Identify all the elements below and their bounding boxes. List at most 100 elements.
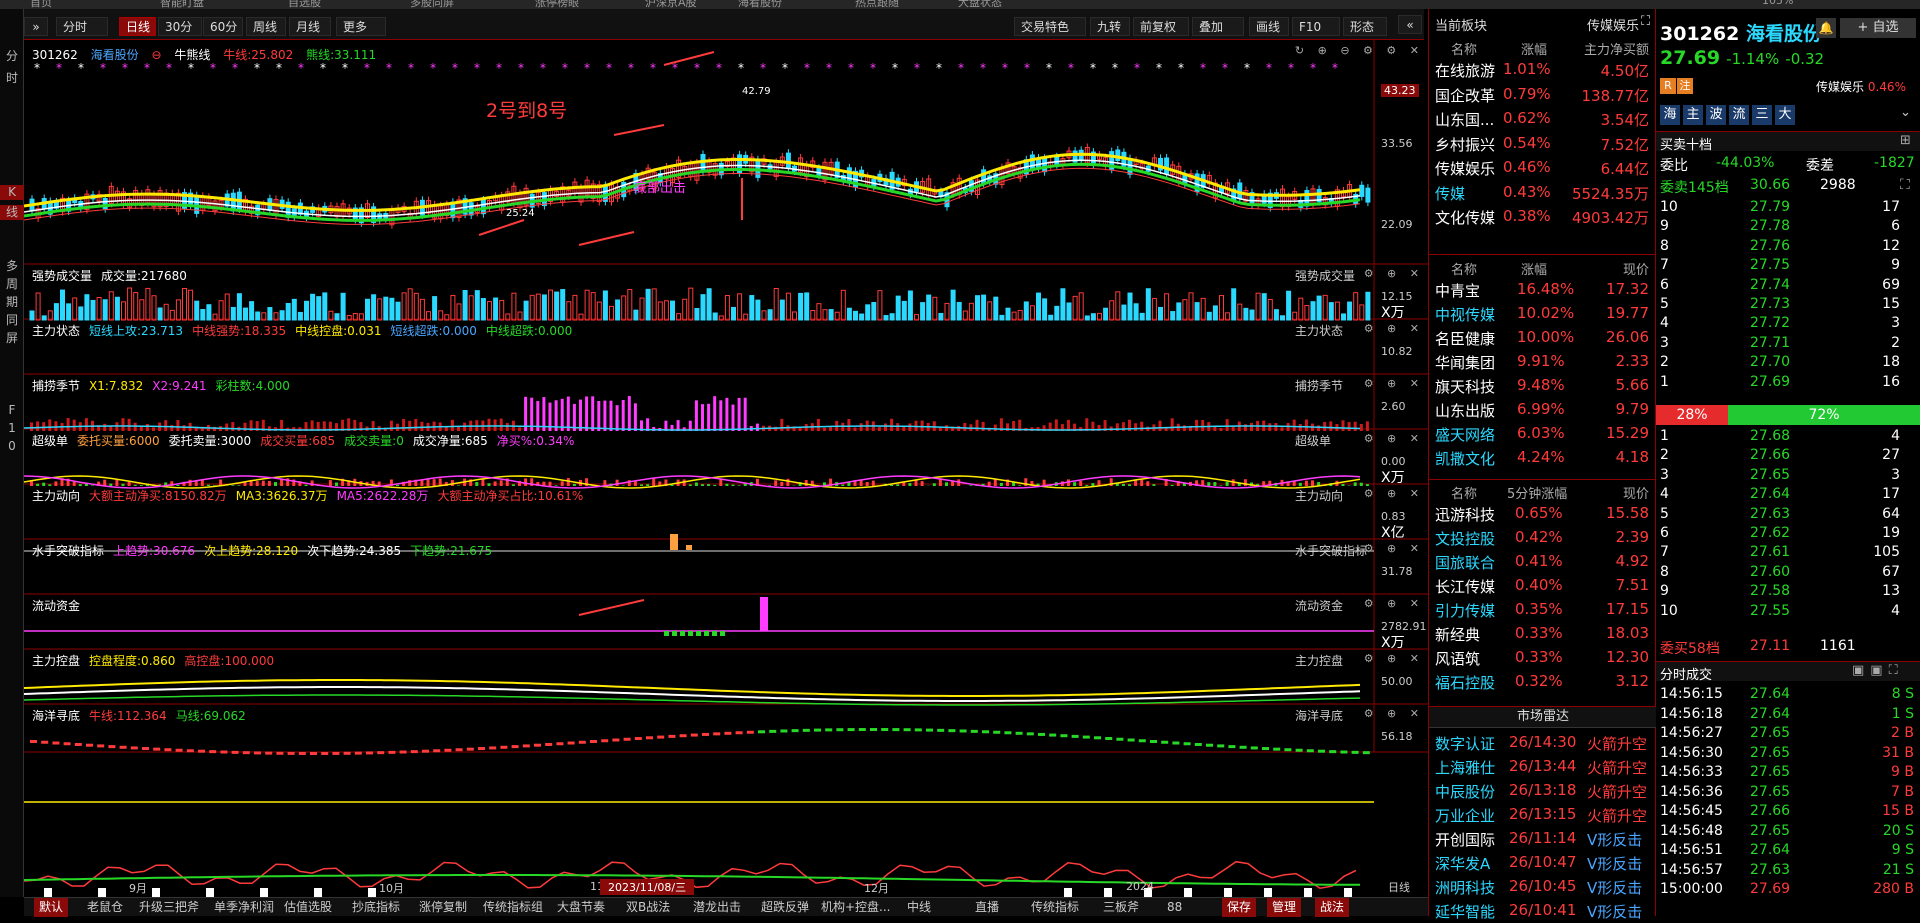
quick-button-4[interactable]: 三: [1752, 105, 1772, 125]
sell-level-row[interactable]: 227.7018: [1656, 353, 1920, 373]
quote-sector[interactable]: 传媒娱乐: [1816, 80, 1864, 94]
buy-level-row[interactable]: 727.61105: [1656, 543, 1920, 563]
radar-row[interactable]: 万业企业26/13:15火箭升空: [1429, 803, 1657, 827]
top-tab-7[interactable]: 热点跟随: [855, 0, 899, 9]
top-tab-5[interactable]: 沪深京A股: [645, 0, 697, 9]
sidebar-item-0[interactable]: 分: [0, 49, 24, 64]
table-row[interactable]: 文化传媒0.38%4903.42万: [1429, 205, 1657, 229]
bottom-tab-3[interactable]: 单季净利润: [209, 898, 279, 917]
sell-level-row[interactable]: 427.723: [1656, 314, 1920, 334]
top-tab-6[interactable]: 海看股份: [738, 0, 782, 9]
sidebar-item-1[interactable]: 时: [0, 71, 24, 86]
buy-level-row[interactable]: 427.6417: [1656, 485, 1920, 505]
bottom-tab-11[interactable]: 超跌反弹: [756, 898, 814, 917]
tab-period-3[interactable]: 60分: [203, 17, 243, 36]
bottom-tab-4[interactable]: 估值选股: [279, 898, 337, 917]
table-row[interactable]: 凯撒文化4.24%4.18: [1429, 446, 1657, 470]
bottom-tab-13[interactable]: 中线: [902, 898, 936, 917]
tool-0[interactable]: 交易特色: [1014, 17, 1086, 36]
bottom-tab-10[interactable]: 潜龙出击: [688, 898, 746, 917]
trade-tool-icons[interactable]: ▣▣⛶: [1852, 663, 1904, 678]
tool-2[interactable]: 前复权: [1133, 17, 1189, 36]
buy-level-row[interactable]: 227.6627: [1656, 446, 1920, 466]
table-row[interactable]: 引力传媒0.35%17.15: [1429, 598, 1657, 622]
sidebar-item-4[interactable]: 多: [0, 259, 24, 274]
bottom-tab-2[interactable]: 升级三把斧: [134, 898, 204, 917]
expand-icon[interactable]: ⛶: [1641, 14, 1655, 29]
chevron-down-icon[interactable]: ⌄: [1900, 105, 1911, 120]
quick-button-2[interactable]: 波: [1706, 105, 1726, 125]
bell-icon[interactable]: 🔔: [1816, 18, 1836, 38]
table-row[interactable]: 国企改革0.79%138.77亿: [1429, 83, 1657, 107]
top-tab-3[interactable]: 多股同屏: [410, 0, 454, 9]
bottom-tab-12[interactable]: 机构+控盘...: [816, 898, 896, 917]
sidebar-item-6[interactable]: 期: [0, 295, 24, 310]
bottom-tab-19[interactable]: 管理: [1267, 898, 1301, 917]
panel-tool-icons[interactable]: ⚙ ⊕ ✕: [1364, 542, 1424, 555]
buy-level-row[interactable]: 827.6067: [1656, 563, 1920, 583]
tab-period-4[interactable]: 周线: [246, 17, 286, 36]
buy-level-row[interactable]: 527.6364: [1656, 505, 1920, 525]
table-row[interactable]: 中视传媒10.02%19.77: [1429, 302, 1657, 326]
radar-row[interactable]: 中辰股份26/13:18火箭升空: [1429, 779, 1657, 803]
quick-button-5[interactable]: 大: [1775, 105, 1795, 125]
top-tab-8[interactable]: 大盘状态: [958, 0, 1002, 9]
sidebar-item-8[interactable]: 屏: [0, 331, 24, 346]
tab-period-5[interactable]: 月线: [289, 17, 331, 36]
buy-level-row[interactable]: 327.653: [1656, 466, 1920, 486]
sidebar-item-3[interactable]: 线: [0, 205, 24, 220]
panel-tool-icons[interactable]: ⚙ ⊕ ✕: [1364, 432, 1424, 445]
sell-level-row[interactable]: 327.712: [1656, 334, 1920, 354]
buy-level-row[interactable]: 627.6219: [1656, 524, 1920, 544]
bottom-tab-15[interactable]: 传统指标: [1026, 898, 1084, 917]
bottom-tab-1[interactable]: 老鼠仓: [82, 898, 128, 917]
table-row[interactable]: 华闻集团9.91%2.33: [1429, 350, 1657, 374]
chart-tool-icons[interactable]: ↻ ⊕ ⊖ ⚙ ⚙ ✕: [1295, 44, 1424, 57]
expand-icon[interactable]: ⛶: [1900, 177, 1910, 193]
bottom-tab-20[interactable]: 战法: [1315, 898, 1349, 917]
tool-4[interactable]: 画线: [1249, 17, 1289, 36]
panel-tool-icons[interactable]: ⚙ ⊕ ✕: [1364, 322, 1424, 335]
radar-row[interactable]: 洲明科技26/10:45V形反击: [1429, 875, 1657, 899]
kline-chart-area[interactable]: ****************************************…: [24, 40, 1428, 903]
table-row[interactable]: 名臣健康10.00%26.06: [1429, 326, 1657, 350]
sidebar-item-7[interactable]: 同: [0, 313, 24, 328]
sidebar-item-9[interactable]: F: [0, 403, 24, 418]
table-row[interactable]: 国旅联合0.41%4.92: [1429, 550, 1657, 574]
top-tab-4[interactable]: 涨停榜眼: [535, 0, 579, 9]
buy-level-row[interactable]: 1027.554: [1656, 602, 1920, 622]
top-tab-1[interactable]: 智能盯盘: [160, 0, 204, 9]
bottom-tab-0[interactable]: 默认: [34, 898, 68, 917]
table-row[interactable]: 在线旅游1.01%4.50亿: [1429, 58, 1657, 82]
table-row[interactable]: 文投控股0.42%2.39: [1429, 526, 1657, 550]
tag-note[interactable]: 注: [1677, 78, 1693, 94]
panel-tool-icons[interactable]: ⚙ ⊕ ✕: [1364, 377, 1424, 390]
table-row[interactable]: 山东国...0.62%3.54亿: [1429, 107, 1657, 131]
table-row[interactable]: 迅游科技0.65%15.58: [1429, 502, 1657, 526]
radar-row[interactable]: 数字认证26/14:30火箭升空: [1429, 731, 1657, 755]
tool-5[interactable]: F10: [1292, 17, 1340, 36]
collapse-panel-icon[interactable]: «: [1398, 15, 1422, 34]
tool-1[interactable]: 九转: [1090, 17, 1130, 36]
bottom-tab-14[interactable]: 直播: [970, 898, 1004, 917]
sidebar-item-5[interactable]: 周: [0, 277, 24, 292]
table-row[interactable]: 中青宝16.48%17.32: [1429, 278, 1657, 302]
tab-period-1[interactable]: 日线: [119, 17, 156, 36]
sell-level-row[interactable]: 127.6916: [1656, 373, 1920, 393]
buy-level-row[interactable]: 927.5813: [1656, 582, 1920, 602]
tag-r[interactable]: R: [1660, 78, 1676, 94]
expand-icon[interactable]: »: [24, 17, 48, 36]
table-row[interactable]: 传媒0.43%5524.35万: [1429, 181, 1657, 205]
bottom-tab-7[interactable]: 传统指标组: [478, 898, 548, 917]
sidebar-item-10[interactable]: 1: [0, 421, 24, 436]
top-tab-0[interactable]: 首页: [30, 0, 52, 9]
bottom-tab-9[interactable]: 双B战法: [621, 898, 675, 917]
add-watchlist-button[interactable]: + 自选: [1840, 18, 1916, 38]
sell-level-row[interactable]: 927.786: [1656, 217, 1920, 237]
bottom-tab-8[interactable]: 大盘节奏: [552, 898, 610, 917]
quick-button-1[interactable]: 主: [1683, 105, 1703, 125]
sell-level-row[interactable]: 627.7469: [1656, 276, 1920, 296]
panel-tool-icons[interactable]: ⚙ ⊕ ✕: [1364, 487, 1424, 500]
table-row[interactable]: 新经典0.33%18.03: [1429, 622, 1657, 646]
sell-level-row[interactable]: 727.759: [1656, 256, 1920, 276]
